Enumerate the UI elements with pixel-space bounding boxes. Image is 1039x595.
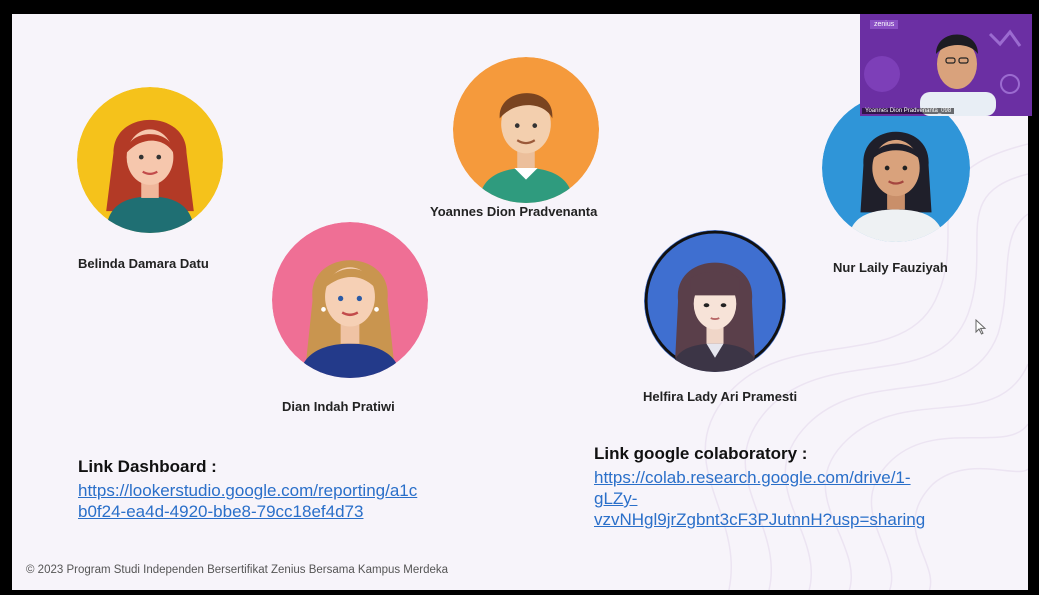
dashboard-link[interactable]: https://lookerstudio.google.com/reportin… [78,480,417,522]
colab-link-line: https://colab.research.google.com/drive/… [594,468,911,487]
colab-link-title: Link google colaboratory : [594,444,808,463]
webcam-brand-badge: zenius [870,20,899,29]
avatar-belinda [77,87,223,233]
dashboard-link-line: https://lookerstudio.google.com/reportin… [78,481,418,500]
member-name: Yoannes Dion Pradvenanta [430,204,598,219]
avatar-nur-laily [822,94,970,242]
webcam-caption: Yoannes Dion Pradvenanta_098 [862,108,955,114]
footer-copyright: © 2023 Program Studi Independen Berserti… [26,564,449,576]
dashboard-link-title: Link Dashboard : [78,457,217,476]
screen-frame: Belinda Damara Datu Yoannes Dion Pradven… [0,0,1039,595]
webcam-overlay: zenius Yoannes Dion Pradvenanta_098 [860,14,1032,116]
member-name: Belinda Damara Datu [78,256,209,271]
avatar-dian [272,222,428,378]
mouse-cursor-icon [975,319,987,335]
dashboard-link-line: b0f24-ea4d-4920-bbe8-79cc18ef4d73 [78,502,364,521]
member-name: Dian Indah Pratiwi [282,399,395,414]
colab-link[interactable]: https://colab.research.google.com/drive/… [594,467,925,530]
member-name: Helfira Lady Ari Pramesti [643,389,798,404]
colab-link-line: gLZy- [594,489,638,508]
avatar-helfira [644,230,786,372]
avatar-yoannes [453,57,599,203]
colab-link-line: vzvNHgl9jrZgbnt3cF3PJutnnH?usp=sharing [594,510,926,529]
webcam-presenter-image [860,14,1032,116]
member-name: Nur Laily Fauziyah [833,260,948,275]
